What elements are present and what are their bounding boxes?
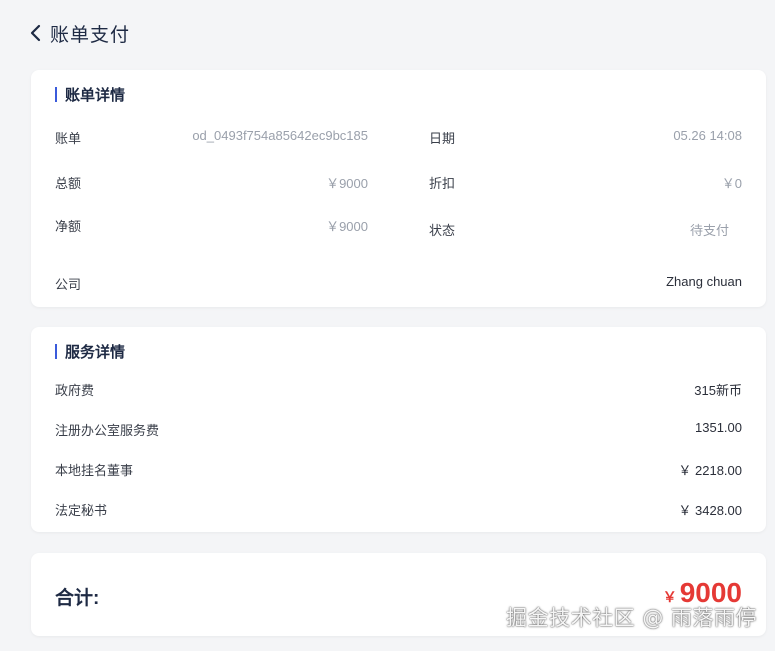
- bill-details-card: 账单详情 账单 od_0493f754a85642ec9bc185 日期 05.…: [31, 70, 766, 307]
- gross-value: ￥9000: [326, 176, 368, 191]
- page-title: 账单支付: [50, 24, 131, 46]
- gross-label: 总额: [55, 176, 82, 191]
- section-accent-bar: [55, 344, 57, 359]
- company-value: Zhang chuan: [666, 274, 742, 289]
- bill-id-label: 账单: [55, 131, 82, 146]
- bill-id-value: od_0493f754a85642ec9bc185: [192, 128, 368, 143]
- service-details-card: 服务详情 政府费 315新币 注册办公室服务费 1351.00 本地挂名董事 ￥…: [31, 327, 766, 532]
- watermark: 掘金技术社区 @ 雨落雨停: [506, 606, 757, 630]
- service-item-label: 法定秘书: [55, 503, 108, 518]
- service-section-title-text: 服务详情: [65, 344, 126, 361]
- bill-section-title: 账单详情: [55, 84, 125, 105]
- section-accent-bar: [55, 87, 57, 102]
- net-label: 净额: [55, 219, 82, 234]
- date-label: 日期: [429, 131, 456, 146]
- date-value: 05.26 14:08: [673, 128, 742, 143]
- discount-value: ￥0: [721, 176, 742, 191]
- service-section-title: 服务详情: [55, 341, 125, 362]
- status-label: 状态: [429, 223, 456, 238]
- discount-label: 折扣: [429, 176, 456, 191]
- back-button[interactable]: 账单支付: [28, 18, 130, 48]
- company-label: 公司: [55, 277, 82, 292]
- service-item-label: 政府费: [55, 383, 95, 398]
- chevron-left-icon: [30, 24, 41, 42]
- service-item-value: ￥ 2218.00: [678, 463, 742, 478]
- service-item-value: 1351.00: [695, 420, 742, 435]
- total-label: 合计:: [55, 588, 100, 609]
- bill-section-title-text: 账单详情: [65, 87, 126, 104]
- status-badge: 待支付: [689, 223, 729, 238]
- service-item-label: 本地挂名董事: [55, 463, 134, 478]
- net-value: ￥9000: [326, 219, 368, 234]
- page: 账单支付 账单详情 账单 od_0493f754a85642ec9bc185 日…: [0, 0, 775, 651]
- service-item-value: 315新币: [694, 383, 742, 398]
- service-item-label: 注册办公室服务费: [55, 423, 160, 438]
- service-item-value: ￥ 3428.00: [678, 503, 742, 518]
